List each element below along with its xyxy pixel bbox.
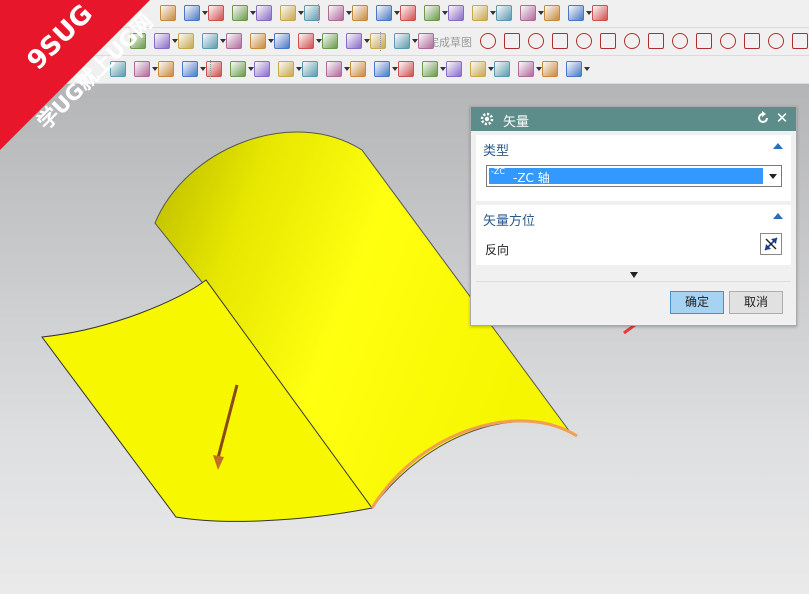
sketch-curve-tool-icon[interactable] [528, 33, 544, 49]
toolbar-separator [318, 4, 320, 23]
sketch-curve-tool-icon[interactable] [696, 33, 712, 49]
sketch-curve-tool-icon[interactable] [576, 33, 592, 49]
toolbar-tool-icon[interactable] [184, 5, 200, 21]
toolbar-tool-icon[interactable] [394, 33, 410, 49]
vector-type-select[interactable]: -ZC -ZC 轴 [486, 165, 782, 187]
toolbar-tool-icon[interactable] [544, 5, 560, 21]
toolbar-tool-icon[interactable] [230, 61, 246, 77]
toolbar-tool-icon[interactable] [520, 5, 536, 21]
toolbar-tool-icon[interactable] [298, 33, 314, 49]
toolbar-tool-icon[interactable] [422, 61, 438, 77]
type-section: 类型 -ZC -ZC 轴 [476, 135, 791, 201]
toolbar-tool-icon[interactable] [350, 61, 366, 77]
sketch-curve-tool-icon[interactable] [744, 33, 760, 49]
neg-zc-axis-icon: -ZC [491, 167, 505, 176]
toolbar-tool-icon[interactable] [472, 5, 488, 21]
vector-type-value: -ZC 轴 [513, 171, 550, 185]
toolbar-tool-icon[interactable] [446, 61, 462, 77]
dialog-divider [476, 281, 791, 282]
ok-button[interactable]: 确定 [670, 291, 724, 314]
toolbar-separator [210, 60, 212, 79]
reverse-label: 反向 [485, 243, 510, 257]
toolbar-tool-icon[interactable] [206, 61, 222, 77]
toolbar-tool-icon[interactable] [424, 5, 440, 21]
toolbar-tool-icon[interactable] [470, 61, 486, 77]
sketch-curve-tool-icon[interactable] [624, 33, 640, 49]
toolbar-tool-icon[interactable] [374, 61, 390, 77]
toolbar-tool-icon[interactable] [566, 61, 582, 77]
toolbar-tool-icon[interactable] [254, 61, 270, 77]
toolbar-tool-icon[interactable] [346, 33, 362, 49]
toolbar-tool-icon[interactable] [274, 33, 290, 49]
vector-dialog: 矢量 ✕ 类型 -ZC -ZC 轴 矢量方位 反向 确定 取消 [470, 106, 797, 326]
reverse-direction-button[interactable] [760, 233, 782, 255]
expand-more-icon[interactable] [630, 272, 638, 278]
finish-sketch-label[interactable]: 完成草图 [428, 34, 472, 50]
collapse-type-icon[interactable] [773, 143, 783, 149]
orientation-section-header[interactable]: 矢量方位 [483, 210, 535, 229]
toolbar-tool-icon[interactable] [178, 33, 194, 49]
vector-type-selected: -ZC -ZC 轴 [489, 167, 763, 185]
toolbar-tool-icon[interactable] [496, 5, 512, 21]
toolbar-tool-icon[interactable] [352, 5, 368, 21]
dialog-title: 矢量 [503, 115, 530, 130]
toolbar-tool-icon[interactable] [278, 61, 294, 77]
toolbar-tool-icon[interactable] [280, 5, 296, 21]
orientation-section: 矢量方位 反向 [476, 205, 791, 265]
sketch-curve-tool-icon[interactable] [504, 33, 520, 49]
sketch-curve-tool-icon[interactable] [672, 33, 688, 49]
type-section-header[interactable]: 类型 [483, 140, 509, 159]
close-icon[interactable]: ✕ [774, 110, 790, 126]
toolbar-tool-icon[interactable] [448, 5, 464, 21]
toolbar-tool-icon[interactable] [322, 33, 338, 49]
toolbar-tool-icon[interactable] [400, 5, 416, 21]
toolbar-tool-icon[interactable] [418, 33, 434, 49]
sketch-curve-tool-icon[interactable] [480, 33, 496, 49]
toolbar-tool-icon[interactable] [256, 5, 272, 21]
sketch-curve-tool-icon[interactable] [552, 33, 568, 49]
toolbar-tool-icon[interactable] [518, 61, 534, 77]
toolbar-tool-icon[interactable] [302, 61, 318, 77]
sketch-curve-tool-icon[interactable] [720, 33, 736, 49]
dropdown-arrow-icon[interactable] [769, 174, 777, 179]
sketch-curve-tool-icon[interactable] [792, 33, 808, 49]
dialog-titlebar[interactable]: 矢量 ✕ [471, 107, 796, 131]
cancel-button[interactable]: 取消 [729, 291, 783, 314]
toolbar-tool-icon[interactable] [370, 33, 386, 49]
toolbar-dropdown-icon[interactable] [584, 67, 590, 71]
toolbar-tool-icon[interactable] [226, 33, 242, 49]
toolbar-separator [380, 32, 382, 51]
toolbar-tool-icon[interactable] [250, 33, 266, 49]
toolbar-tool-icon[interactable] [208, 5, 224, 21]
toolbar-tool-icon[interactable] [326, 61, 342, 77]
gear-icon [480, 112, 494, 126]
toolbar-tool-icon[interactable] [494, 61, 510, 77]
toolbar-tool-icon[interactable] [376, 5, 392, 21]
toolbar-tool-icon[interactable] [542, 61, 558, 77]
toolbar-tool-icon[interactable] [568, 5, 584, 21]
sketch-curve-tool-icon[interactable] [600, 33, 616, 49]
sketch-curve-tool-icon[interactable] [648, 33, 664, 49]
toolbar-tool-icon[interactable] [592, 5, 608, 21]
toolbar-tool-icon[interactable] [202, 33, 218, 49]
reset-icon[interactable] [756, 111, 770, 125]
sketch-curve-tool-icon[interactable] [768, 33, 784, 49]
toolbar-tool-icon[interactable] [398, 61, 414, 77]
reverse-direction-icon [764, 237, 778, 251]
toolbar-tool-icon[interactable] [232, 5, 248, 21]
collapse-orientation-icon[interactable] [773, 213, 783, 219]
watermark-logo: 9SUG 学UG就上UG网 [0, 0, 170, 170]
toolbar-tool-icon[interactable] [182, 61, 198, 77]
toolbar-tool-icon[interactable] [328, 5, 344, 21]
